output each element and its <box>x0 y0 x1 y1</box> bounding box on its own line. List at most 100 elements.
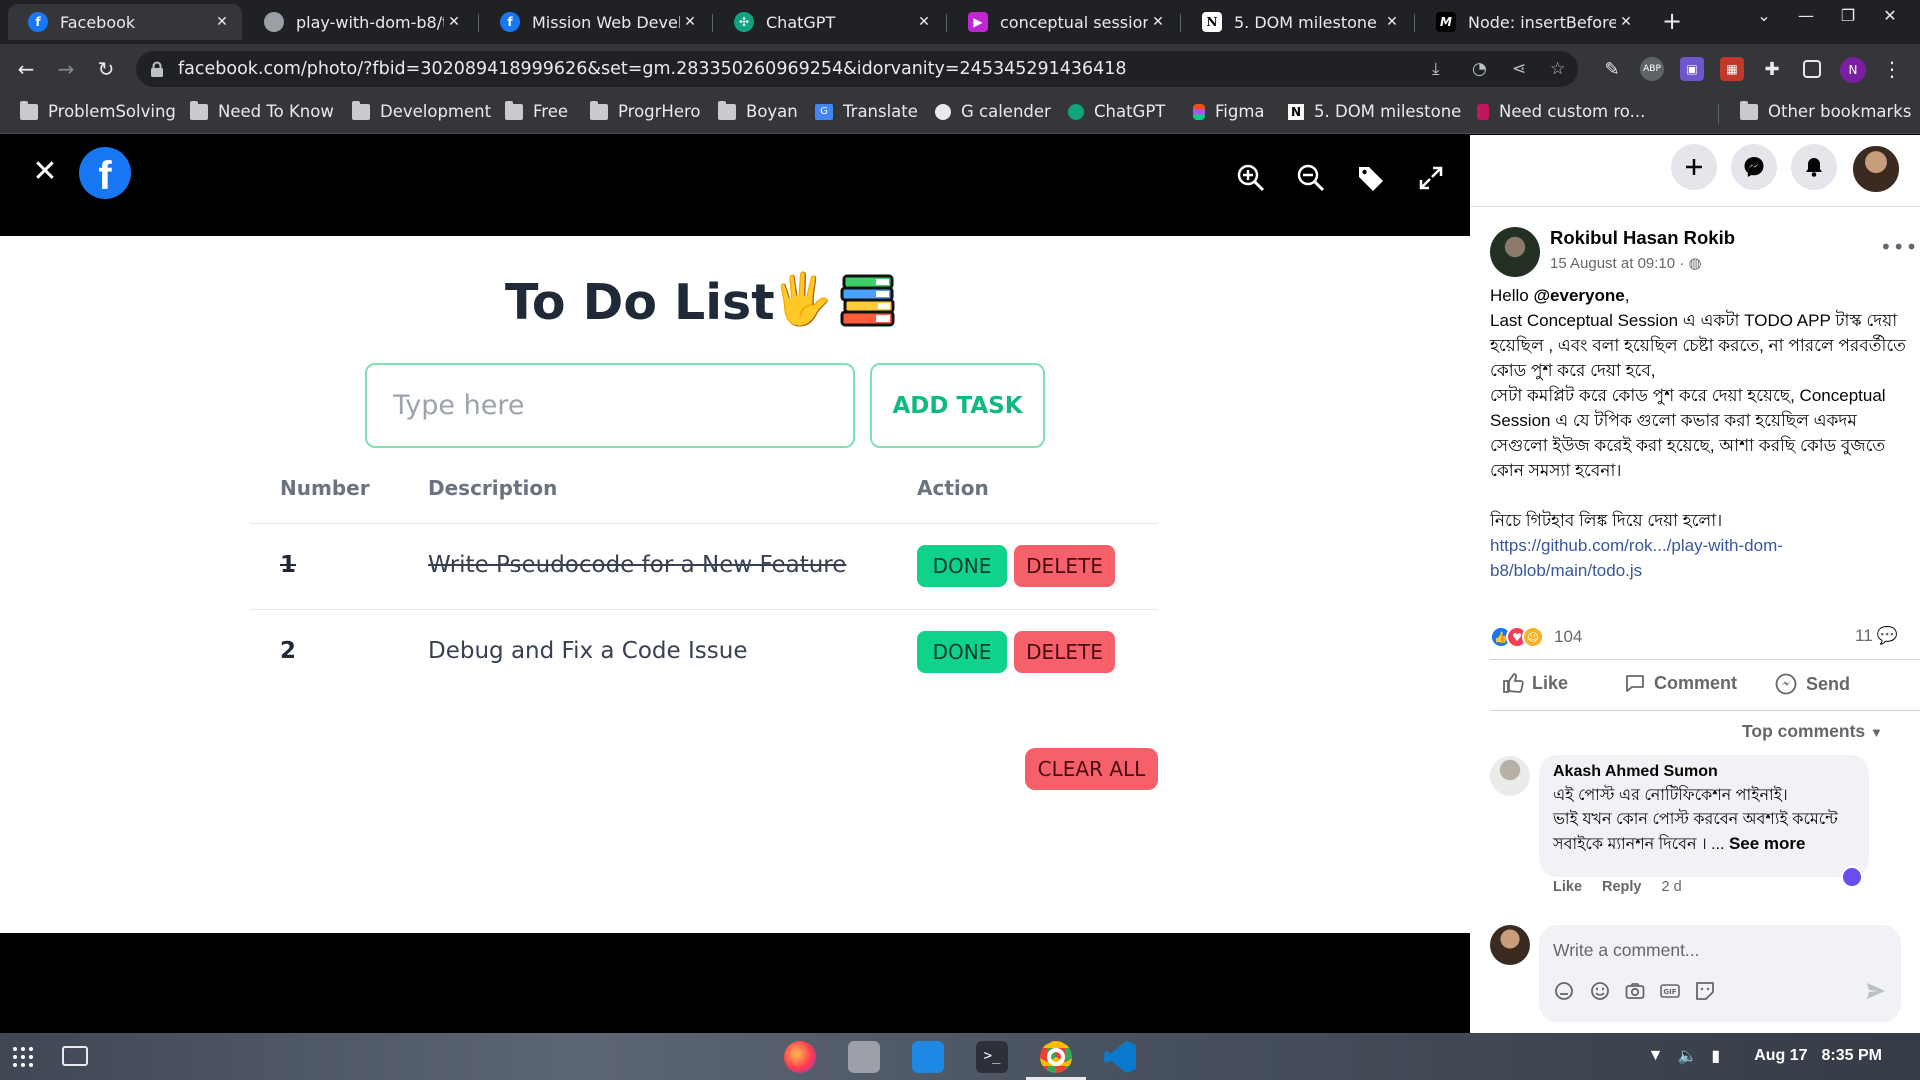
taskbar-date[interactable]: Aug 17 <box>1754 1047 1807 1065</box>
back-icon[interactable]: ← <box>12 55 40 83</box>
commenter-name[interactable]: Akash Ahmed Sumon <box>1553 763 1718 781</box>
close-tab-icon[interactable]: ✕ <box>1148 12 1168 32</box>
forward-icon[interactable]: → <box>52 55 80 83</box>
sticker-icon[interactable] <box>1694 980 1716 1002</box>
reactions-summary[interactable]: 👍 ♥ ☺ 104 <box>1490 626 1582 648</box>
see-more-link[interactable]: See more <box>1729 834 1806 853</box>
bookmark-free[interactable]: Free <box>505 100 568 121</box>
address-bar[interactable]: facebook.com/photo/?fbid=302089418999626… <box>136 51 1578 87</box>
notifications-bell-icon[interactable] <box>1791 144 1837 190</box>
vscode-icon[interactable] <box>1104 1041 1136 1073</box>
tab-dom-milestone[interactable]: N 5. DOM milestone ✕ <box>1182 4 1412 40</box>
extensions-puzzle-icon[interactable]: ✚ <box>1760 57 1784 81</box>
browser-menu-icon[interactable]: ⋮ <box>1880 57 1904 81</box>
tab-mdn-insertbefore[interactable]: M Node: insertBefore( ✕ <box>1416 4 1646 40</box>
done-button[interactable]: DONE <box>917 545 1007 587</box>
bookmark-figma[interactable]: Figma <box>1193 102 1265 121</box>
wifi-icon[interactable]: ▼ <box>1648 1047 1664 1065</box>
files-icon[interactable] <box>848 1041 880 1073</box>
messenger-icon[interactable] <box>1731 144 1777 190</box>
close-tab-icon[interactable]: ✕ <box>1616 12 1636 32</box>
restore-icon[interactable]: ❐ <box>1834 6 1862 25</box>
bookmark-boyan[interactable]: Boyan <box>718 100 798 121</box>
add-task-button[interactable]: ADD TASK <box>870 363 1045 448</box>
zoom-in-icon[interactable] <box>1236 163 1266 193</box>
install-icon[interactable]: ⤓ <box>1432 59 1440 79</box>
close-window-icon[interactable]: ✕ <box>1876 6 1904 25</box>
author-avatar[interactable] <box>1490 227 1540 277</box>
calendar-extension-icon[interactable]: ▦ <box>1720 57 1744 81</box>
tab-conceptual-session[interactable]: ▶ conceptual session ✕ <box>948 4 1178 40</box>
commenter-avatar[interactable] <box>1490 756 1530 796</box>
close-tab-icon[interactable]: ✕ <box>914 12 934 32</box>
comment-like-link[interactable]: Like <box>1553 879 1582 895</box>
bookmark-chatgpt[interactable]: ChatGPT <box>1068 102 1165 121</box>
adblock-extension-icon[interactable]: ABP <box>1640 57 1664 81</box>
more-options-icon[interactable]: ••• <box>1880 235 1918 259</box>
share-icon[interactable]: ⋖ <box>1512 59 1526 79</box>
window-overview-icon[interactable] <box>62 1046 88 1066</box>
zoom-out-icon[interactable] <box>1296 163 1326 193</box>
delete-button[interactable]: DELETE <box>1014 631 1115 673</box>
comment-input[interactable] <box>1553 935 1883 965</box>
close-tab-icon[interactable]: ✕ <box>1382 12 1402 32</box>
mention-everyone[interactable]: @everyone <box>1533 286 1624 305</box>
performance-icon[interactable]: ◔ <box>1472 59 1487 79</box>
tab-chatgpt[interactable]: ✣ ChatGPT ✕ <box>714 4 944 40</box>
close-tab-icon[interactable]: ✕ <box>444 12 464 32</box>
tab-github[interactable]: play-with-dom-b8/t ✕ <box>244 4 474 40</box>
post-timestamp[interactable]: 15 August at 09:10 · ◍ <box>1550 254 1702 272</box>
bookmark-progrhero[interactable]: ProgrHero <box>590 100 701 121</box>
bookmark-need-to-know[interactable]: Need To Know <box>190 100 334 121</box>
new-tab-button[interactable]: + <box>1658 8 1686 36</box>
comment-count[interactable]: 11 💬 <box>1855 626 1898 646</box>
post-author-name[interactable]: Rokibul Hasan Rokib <box>1550 227 1735 249</box>
send-button[interactable]: Send <box>1774 672 1850 696</box>
clear-all-button[interactable]: CLEAR ALL <box>1025 748 1158 790</box>
close-tab-icon[interactable]: ✕ <box>680 12 700 32</box>
comment-sort-dropdown[interactable]: Top comments ▼ <box>1742 721 1883 742</box>
profile-avatar[interactable]: N <box>1840 57 1866 83</box>
facebook-logo-icon[interactable]: f <box>79 147 131 199</box>
camera-icon[interactable] <box>1624 980 1646 1002</box>
firefox-icon[interactable] <box>784 1041 816 1073</box>
bookmark-star-icon[interactable]: ☆ <box>1550 59 1565 79</box>
done-button[interactable]: DONE <box>917 631 1007 673</box>
bookmark-problemsolving[interactable]: ProblemSolving <box>20 100 176 121</box>
gif-icon[interactable]: GIF <box>1659 980 1681 1002</box>
bookmark-need-custom[interactable]: Need custom ro... <box>1477 102 1645 121</box>
comment-reply-link[interactable]: Reply <box>1602 879 1642 895</box>
extension-purple-icon[interactable]: ▣ <box>1680 57 1704 81</box>
tab-facebook[interactable]: f Facebook ✕ <box>8 4 242 40</box>
delete-button[interactable]: DELETE <box>1014 545 1115 587</box>
like-button[interactable]: Like <box>1502 672 1568 694</box>
create-menu-icon[interactable] <box>1671 144 1717 190</box>
tag-icon[interactable] <box>1356 163 1386 193</box>
task-input[interactable] <box>365 363 855 448</box>
comment-button[interactable]: Comment <box>1624 672 1737 694</box>
close-tab-icon[interactable]: ✕ <box>212 12 232 32</box>
taskbar-time[interactable]: 8:35 PM <box>1822 1047 1882 1065</box>
software-store-icon[interactable] <box>912 1041 944 1073</box>
github-link[interactable]: https://github.com/rok.../play-with-dom-… <box>1490 533 1850 583</box>
avatar-sticker-icon[interactable] <box>1553 980 1575 1002</box>
bookmark-dom-milestone[interactable]: N 5. DOM milestone <box>1288 102 1461 121</box>
account-avatar[interactable] <box>1851 144 1901 194</box>
bookmark-translate[interactable]: G Translate <box>815 102 918 121</box>
tab-mission-web[interactable]: f Mission Web Develo ✕ <box>480 4 710 40</box>
battery-icon[interactable]: ▮ <box>1711 1046 1720 1066</box>
terminal-icon[interactable]: >_ <box>976 1041 1008 1073</box>
other-bookmarks[interactable]: Other bookmarks <box>1740 100 1911 121</box>
emoji-icon[interactable] <box>1589 980 1611 1002</box>
tab-search-icon[interactable]: ⌄ <box>1750 6 1778 25</box>
app-grid-icon[interactable] <box>12 1046 34 1068</box>
minimize-icon[interactable]: — <box>1792 6 1820 25</box>
volume-icon[interactable]: 🔈 <box>1677 1046 1697 1066</box>
eyedropper-extension-icon[interactable]: ✎ <box>1600 57 1624 81</box>
reload-icon[interactable]: ↻ <box>92 55 120 83</box>
fullscreen-icon[interactable] <box>1416 163 1446 193</box>
bookmark-development[interactable]: Development <box>352 100 491 121</box>
chrome-icon[interactable] <box>1040 1041 1072 1073</box>
send-comment-icon[interactable] <box>1865 980 1887 1002</box>
side-panel-icon[interactable] <box>1803 60 1821 78</box>
